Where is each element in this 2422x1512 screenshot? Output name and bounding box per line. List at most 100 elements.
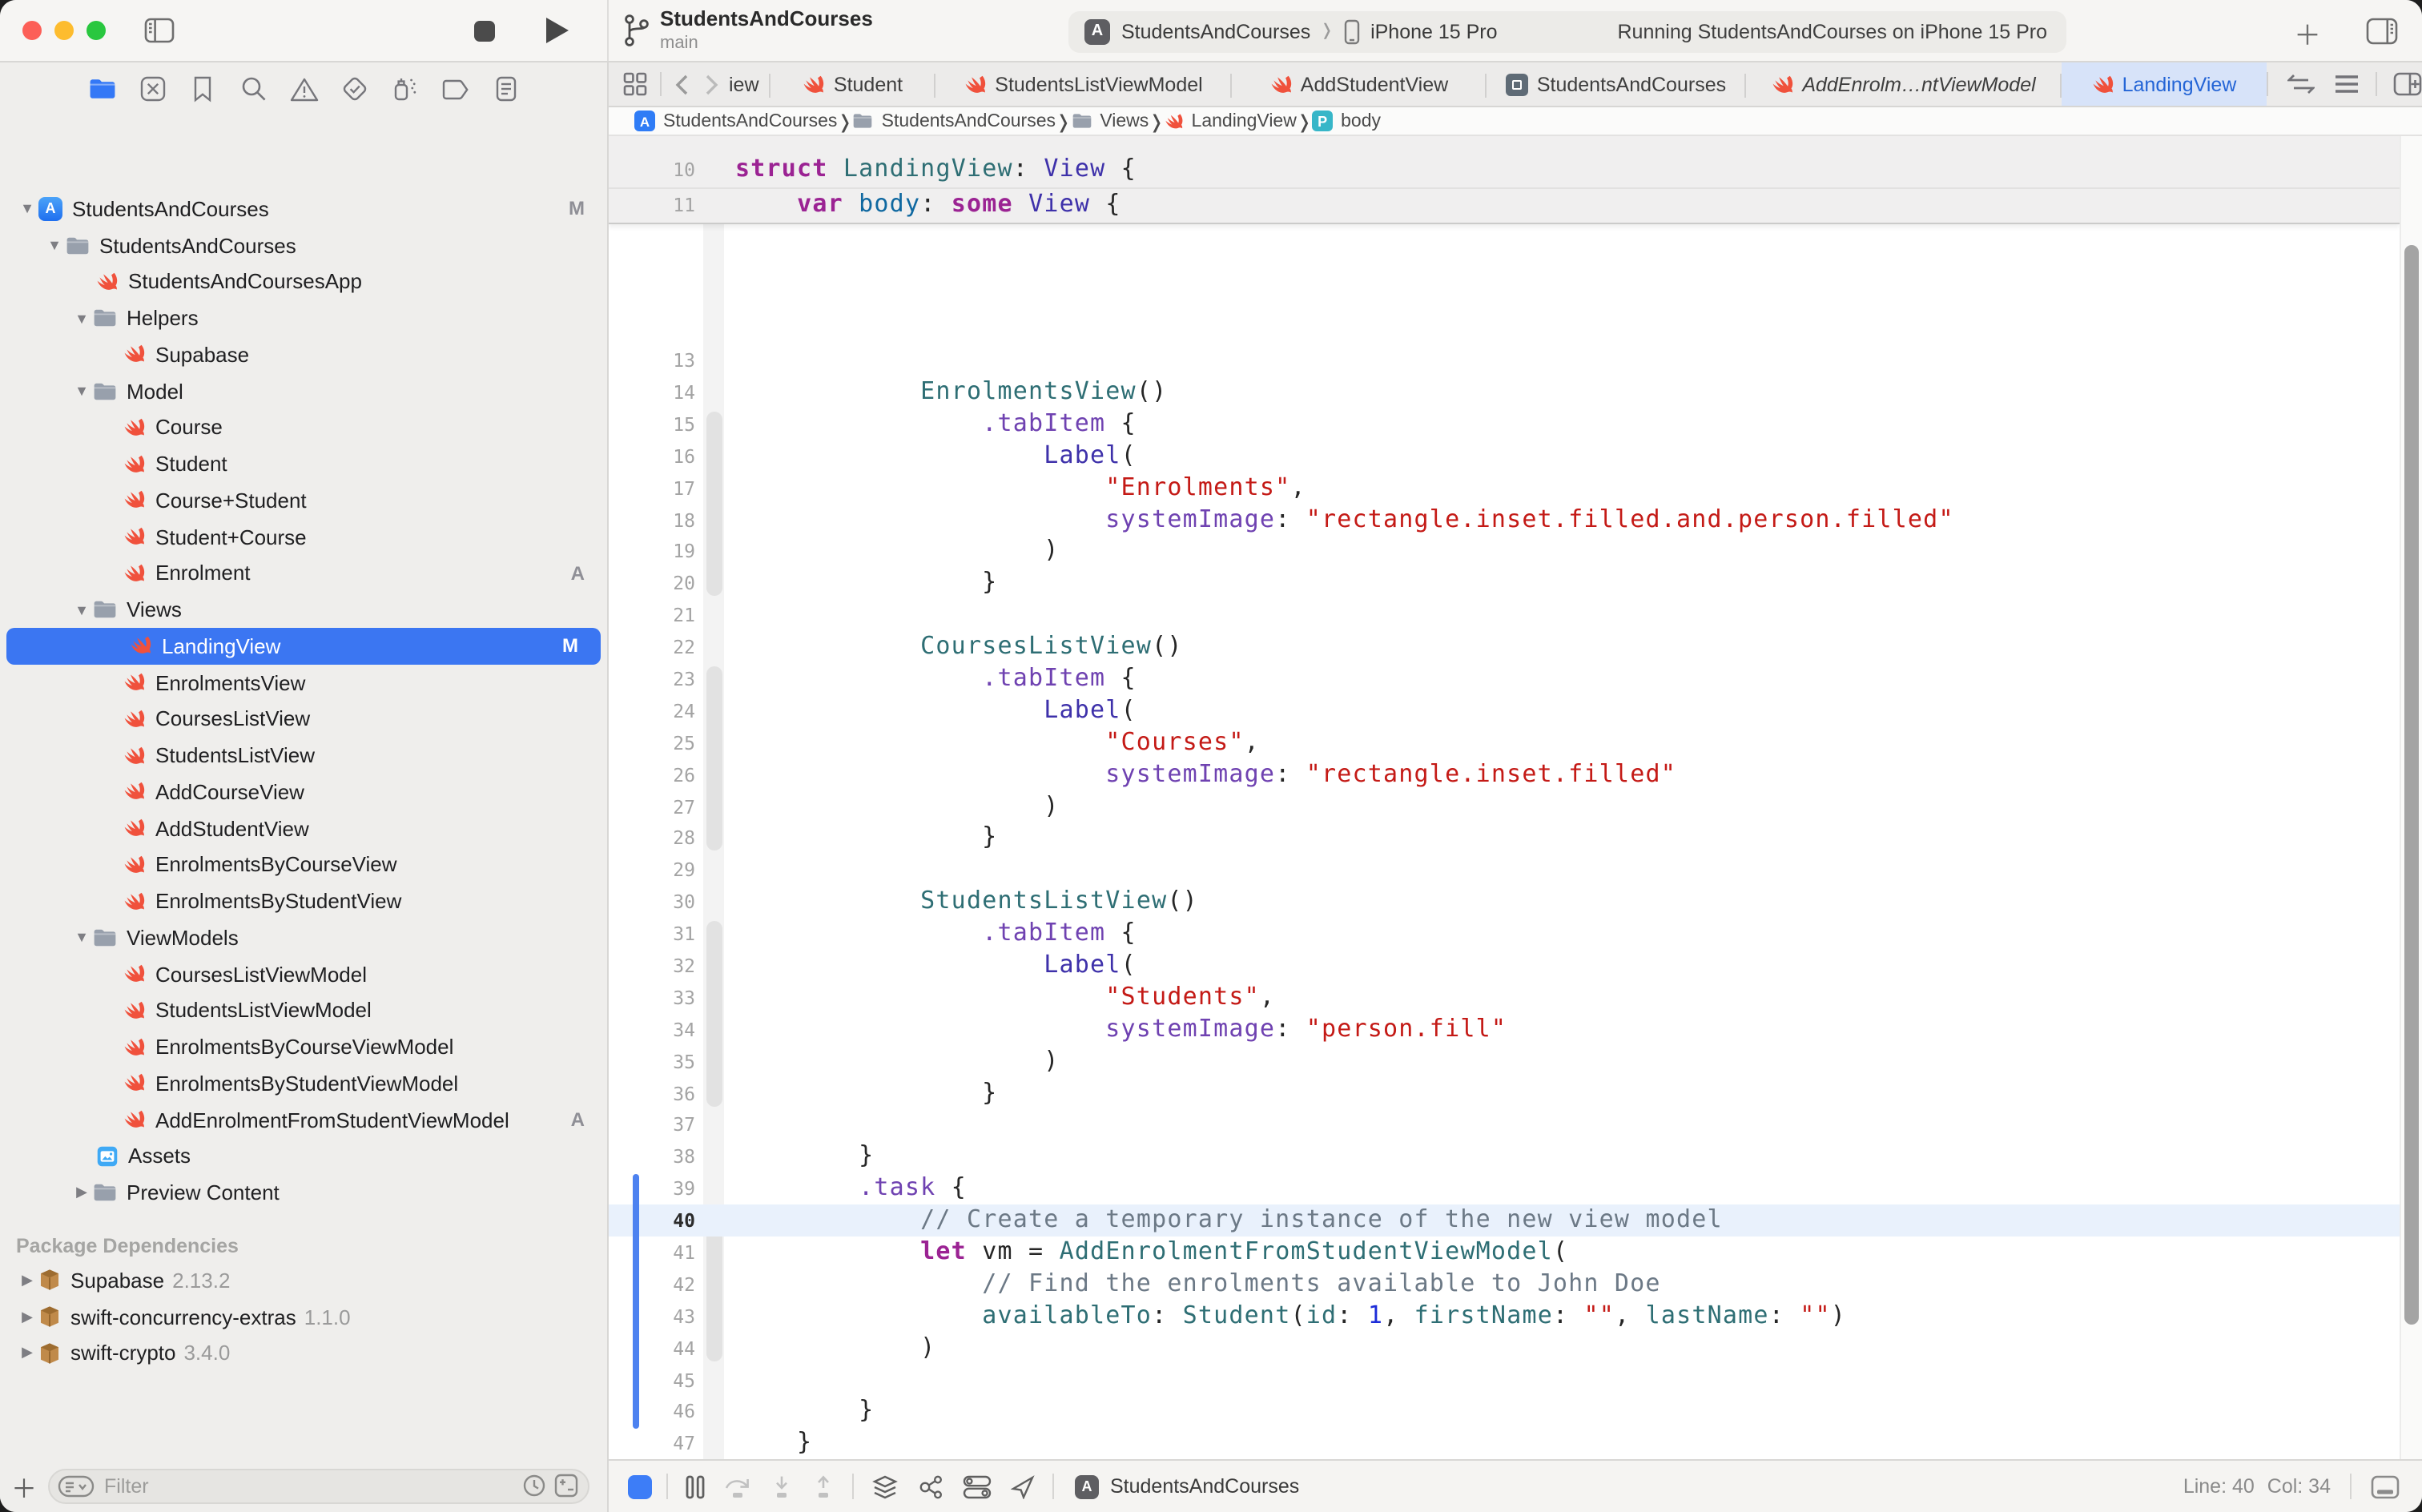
sidebar-item-enrolmentsview[interactable]: EnrolmentsView (0, 665, 607, 702)
tab-addenrolm-ntviewmodel[interactable]: AddEnrolm…ntViewModel (1746, 62, 2062, 106)
sidebar-item-courseslistviewmodel[interactable]: CoursesListViewModel (0, 956, 607, 993)
tests-icon[interactable] (340, 74, 368, 103)
scheme-name[interactable]: StudentsAndCourses (1121, 20, 1310, 42)
issues-icon[interactable] (289, 74, 318, 103)
add-editor-icon[interactable] (2393, 72, 2422, 96)
code-line-37[interactable]: 37 (609, 1109, 2422, 1141)
recents-clock-icon[interactable] (522, 1474, 546, 1498)
step-into-icon[interactable] (770, 1474, 793, 1498)
chevron-right-icon[interactable]: ▶ (16, 1345, 38, 1362)
tab-studentslistviewmodel[interactable]: StudentsListViewModel (935, 62, 1232, 106)
sidebar-item-student-course[interactable]: Student+Course (0, 519, 607, 556)
chevron-down-icon[interactable]: ▼ (43, 237, 66, 253)
sidebar-item-addenrolmentfromstudentviewmodel[interactable]: AddEnrolmentFromStudentViewModelA (0, 1102, 607, 1139)
simulate-location-icon[interactable] (1011, 1474, 1035, 1498)
add-tab-icon[interactable]: ＋ (2294, 13, 2321, 53)
sidebar-package-swift-crypto[interactable]: ▶swift-crypto3.4.0 (0, 1335, 607, 1372)
sidebar-item-model[interactable]: ▼Model (0, 373, 607, 410)
run-button[interactable] (546, 18, 569, 43)
chevron-down-icon[interactable]: ▼ (16, 201, 38, 217)
code-line-43[interactable]: 43 availableTo: Student(id: 1, firstName… (609, 1301, 2422, 1333)
code-line-16[interactable]: 16 Label( (609, 440, 2422, 472)
sidebar-item-enrolmentsbystudentview[interactable]: EnrolmentsByStudentView (0, 883, 607, 920)
step-over-icon[interactable] (724, 1474, 751, 1498)
sidebar-item-enrolmentsbystudentviewmodel[interactable]: EnrolmentsByStudentViewModel (0, 1065, 607, 1102)
code-line-40[interactable]: 40 // Create a temporary instance of the… (609, 1204, 2422, 1237)
sidebar-item-addcourseview[interactable]: AddCourseView (0, 774, 607, 810)
sidebar-package-supabase[interactable]: ▶Supabase2.13.2 (0, 1262, 607, 1299)
toggle-inspector-icon[interactable] (2366, 18, 2398, 53)
filter-input[interactable] (104, 1474, 522, 1497)
code-line-13[interactable]: 13 (609, 344, 2422, 376)
breakpoints-icon[interactable] (441, 74, 469, 103)
bookmarks-icon[interactable] (188, 74, 217, 103)
breadcrumb-views[interactable]: Views (1071, 111, 1149, 131)
sidebar-package-swift-concurrency-extras[interactable]: ▶swift-concurrency-extras1.1.0 (0, 1299, 607, 1336)
sidebar-item-enrolment[interactable]: EnrolmentA (0, 555, 607, 592)
sidebar-item-studentslistview[interactable]: StudentsListView (0, 738, 607, 774)
sidebar-item-studentsandcourses[interactable]: ▼AStudentsAndCoursesM (0, 191, 607, 227)
add-file-button[interactable]: ＋ (0, 1466, 48, 1505)
code-line-10[interactable]: 10struct LandingView: View { (609, 154, 2400, 187)
sidebar-item-viewmodels[interactable]: ▼ViewModels (0, 919, 607, 956)
code-line-29[interactable]: 29 (609, 855, 2422, 887)
sidebar-item-course-student[interactable]: Course+Student (0, 482, 607, 519)
breadcrumb-landingview[interactable]: LandingView (1165, 111, 1297, 131)
code-line-30[interactable]: 30 StudentsListView() (609, 886, 2422, 918)
code-line-32[interactable]: 32 Label( (609, 950, 2422, 982)
project-navigator-icon[interactable] (87, 74, 116, 103)
sidebar-item-courseslistview[interactable]: CoursesListView (0, 701, 607, 738)
code-line-23[interactable]: 23 .tabItem { (609, 663, 2422, 695)
tab-studentsandcourses[interactable]: StudentsAndCourses (1487, 62, 1746, 106)
go-back-icon[interactable] (674, 73, 689, 95)
chevron-right-icon[interactable]: ▶ (16, 1272, 38, 1289)
debug-icon[interactable] (390, 74, 419, 103)
close-window-button[interactable] (22, 21, 42, 40)
chevron-down-icon[interactable]: ▼ (70, 383, 93, 399)
minimize-window-button[interactable] (54, 21, 74, 40)
code-line-34[interactable]: 34 systemImage: "person.fill" (609, 1014, 2422, 1046)
filter-field[interactable] (48, 1468, 589, 1503)
chevron-down-icon[interactable]: ▼ (70, 310, 93, 326)
editor-layout-icon[interactable] (2371, 1474, 2400, 1498)
sidebar-item-enrolmentsbycourseviewmodel[interactable]: EnrolmentsByCourseViewModel (0, 1029, 607, 1066)
code-line-18[interactable]: 18 systemImage: "rectangle.inset.filled.… (609, 504, 2422, 536)
code-line-19[interactable]: 19 ) (609, 536, 2422, 568)
pause-button[interactable] (686, 1474, 705, 1498)
reports-icon[interactable] (491, 74, 520, 103)
code-line-35[interactable]: 35 ) (609, 1045, 2422, 1077)
source-control-icon[interactable] (138, 74, 167, 103)
sidebar-item-preview-content[interactable]: ▶Preview Content (0, 1175, 607, 1212)
code-line-17[interactable]: 17 "Enrolments", (609, 472, 2422, 504)
code-line-47[interactable]: 47 } (609, 1428, 2422, 1459)
code-line-15[interactable]: 15 .tabItem { (609, 408, 2422, 440)
tab-landingview[interactable]: LandingView (2062, 62, 2267, 106)
stop-button[interactable] (474, 21, 495, 42)
code-line-24[interactable]: 24 Label( (609, 695, 2422, 727)
chevron-down-icon[interactable]: ▼ (70, 930, 93, 946)
toggle-sidebar-icon[interactable] (144, 18, 175, 51)
sidebar-item-addstudentview[interactable]: AddStudentView (0, 810, 607, 847)
editor-options-icon[interactable] (2334, 74, 2360, 94)
go-forward-icon[interactable] (705, 73, 719, 95)
source-control-filter-icon[interactable] (554, 1474, 578, 1498)
find-icon[interactable] (239, 74, 268, 103)
sidebar-item-studentsandcoursesapp[interactable]: StudentsAndCoursesApp (0, 263, 607, 300)
sidebar-item-enrolmentsbycourseview[interactable]: EnrolmentsByCourseView (0, 846, 607, 883)
code-line-44[interactable]: 44 ) (609, 1332, 2422, 1364)
debug-view-hierarchy-icon[interactable] (871, 1474, 899, 1498)
editor-scrollbar[interactable] (2400, 136, 2422, 1459)
sidebar-item-supabase[interactable]: Supabase (0, 336, 607, 373)
environment-overrides-icon[interactable] (963, 1474, 992, 1498)
code-line-41[interactable]: 41 let vm = AddEnrolmentFromStudentViewM… (609, 1237, 2422, 1269)
chevron-down-icon[interactable]: ▼ (70, 601, 93, 617)
run-destination[interactable]: iPhone 15 Pro (1370, 20, 1497, 42)
code-line-22[interactable]: 22 CoursesListView() (609, 631, 2422, 663)
code-line-21[interactable]: 21 (609, 599, 2422, 631)
scheme-selector[interactable]: A StudentsAndCourses ❭ iPhone 15 Pro Run… (1068, 10, 2066, 52)
code-line-31[interactable]: 31 .tabItem { (609, 918, 2422, 950)
code-review-icon[interactable] (2287, 74, 2315, 94)
tab-iew[interactable]: iew (729, 62, 770, 106)
breadcrumb-studentsandcourses[interactable]: StudentsAndCourses (853, 111, 1056, 131)
code-line-33[interactable]: 33 "Students", (609, 982, 2422, 1014)
